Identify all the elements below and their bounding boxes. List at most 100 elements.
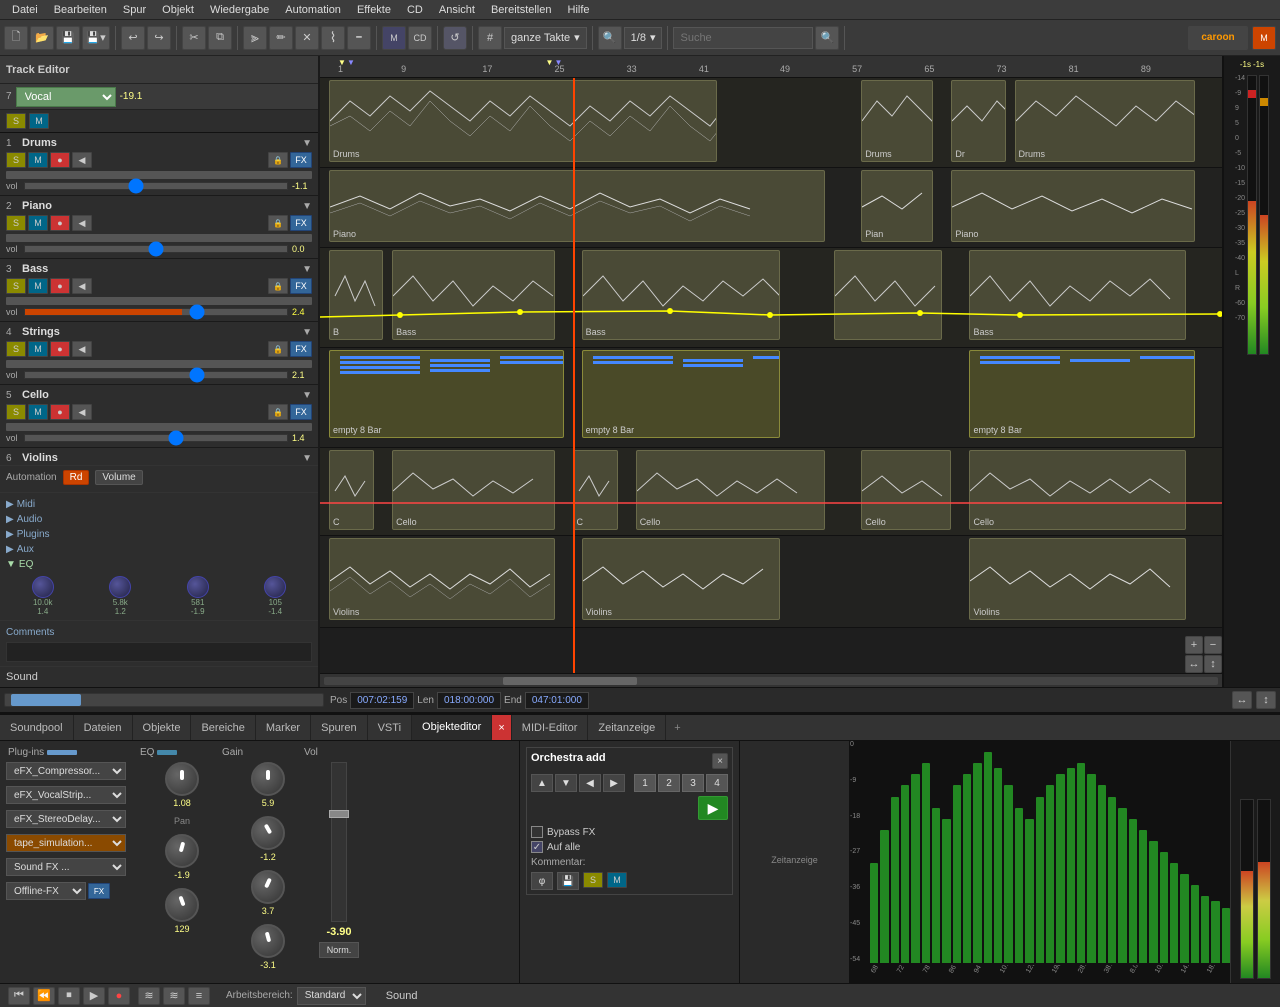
track3-input-btn[interactable]: ◀ xyxy=(72,278,92,294)
timeline-hscrollbar[interactable] xyxy=(324,677,1218,685)
track4-m-btn[interactable]: M xyxy=(28,341,48,357)
tab-zeitanzeige[interactable]: Zeitanzeige xyxy=(588,715,666,740)
track2-m-btn[interactable]: M xyxy=(28,215,48,231)
track5-vol-slider[interactable] xyxy=(24,434,288,442)
eq-pan-knob[interactable]: -1.9 xyxy=(165,834,199,880)
track4-fx-btn[interactable]: FX xyxy=(290,341,312,357)
vocal-dropdown[interactable]: Vocal xyxy=(16,87,116,107)
timeline-pos-scrollbar[interactable] xyxy=(4,693,324,707)
delete-button[interactable]: ✕ xyxy=(295,26,319,50)
gain-knob-2-control[interactable] xyxy=(251,816,285,850)
plugin-offline-select[interactable]: Offline-FX xyxy=(6,882,86,900)
menu-bearbeiten[interactable]: Bearbeiten xyxy=(46,4,115,16)
bass-clip-1[interactable]: B xyxy=(329,250,383,340)
piano-clip-2[interactable]: Pian xyxy=(861,170,933,242)
midi-section[interactable]: ▶Midi xyxy=(6,497,312,512)
midi-save-btn[interactable]: 💾 xyxy=(557,872,579,890)
tab-close[interactable]: × xyxy=(492,715,511,740)
menu-cd[interactable]: CD xyxy=(399,4,431,16)
track5-fx-btn[interactable]: FX xyxy=(290,404,312,420)
loop-button[interactable]: ↺ xyxy=(443,26,467,50)
track1-lock-btn[interactable]: 🔒 xyxy=(268,152,288,168)
timeline-plus-btn[interactable]: + xyxy=(1185,636,1203,654)
track1-m-btn[interactable]: M xyxy=(28,152,48,168)
menu-wiedergabe[interactable]: Wiedergabe xyxy=(202,4,277,16)
eq-knob-gain-1-control[interactable] xyxy=(165,762,199,796)
search-input[interactable] xyxy=(673,27,813,49)
track2-rec-btn[interactable]: ● xyxy=(50,215,70,231)
tab-vsti[interactable]: VSTi xyxy=(368,715,412,740)
track5-s-btn[interactable]: S xyxy=(6,404,26,420)
track2-arrow[interactable]: ▼ xyxy=(302,201,312,212)
midi-s-btn[interactable]: S xyxy=(583,872,603,888)
gain-knob-3[interactable]: 3.7 xyxy=(251,870,285,916)
arbeitsbereich-select[interactable]: Standard xyxy=(297,987,366,1005)
track1-fx-btn[interactable]: FX xyxy=(290,152,312,168)
bass-clip-5[interactable]: Bass xyxy=(969,250,1185,340)
track3-rec-btn[interactable]: ● xyxy=(50,278,70,294)
bass-clip-4[interactable] xyxy=(834,250,942,340)
hash-button[interactable]: # xyxy=(478,26,502,50)
track3-m-btn[interactable]: M xyxy=(28,278,48,294)
drums-clip-4[interactable]: Drums xyxy=(1015,80,1195,162)
track1-arrow[interactable]: ▼ xyxy=(302,138,312,149)
midi-num-1[interactable]: 1 xyxy=(634,774,656,792)
tab-midi[interactable]: MIDI-Editor xyxy=(512,715,589,740)
eq-knob-3[interactable]: 581 -1.9 xyxy=(161,576,235,616)
bypass-checkbox[interactable] xyxy=(531,826,543,838)
track4-s-btn[interactable]: S xyxy=(6,341,26,357)
master-m-btn[interactable]: M xyxy=(29,113,49,129)
cello-clip-4[interactable]: Cello xyxy=(636,450,825,530)
plugin-4-select[interactable]: tape_simulation... xyxy=(6,834,126,852)
cd-button[interactable]: CD xyxy=(408,26,432,50)
glue-button[interactable]: ⌇ xyxy=(321,26,345,50)
midi-close[interactable]: × xyxy=(712,753,728,769)
draw-button[interactable]: ✏ xyxy=(269,26,293,50)
magnify-button[interactable]: 🔍 xyxy=(598,26,622,50)
pos-arrow-right[interactable]: ↕ xyxy=(1256,691,1276,709)
tab-add[interactable]: + xyxy=(666,715,688,740)
eq-knob-2-control[interactable] xyxy=(109,576,131,598)
pos-scrollbar-thumb[interactable] xyxy=(11,694,81,706)
midi-play-btn[interactable]: ▶ xyxy=(698,796,728,820)
midi-nav-right[interactable]: ▶ xyxy=(603,774,625,792)
gain-knob-1[interactable]: 5.9 xyxy=(251,762,285,808)
transport-prev[interactable]: ⏪ xyxy=(33,987,55,1005)
eq-knob-bottom-control[interactable] xyxy=(165,888,199,922)
split-button[interactable]: ⫸ xyxy=(243,26,267,50)
transport-rewind[interactable]: ⏮ xyxy=(8,987,30,1005)
track3-lock-btn[interactable]: 🔒 xyxy=(268,278,288,294)
master-s-btn[interactable]: S xyxy=(6,113,26,129)
cello-clip-6[interactable]: Cello xyxy=(969,450,1185,530)
gain-knob-3-control[interactable] xyxy=(251,870,285,904)
wave-btn1[interactable]: ≋ xyxy=(138,987,160,1005)
eq-knob-3-control[interactable] xyxy=(187,576,209,598)
bass-clip-2[interactable]: Bass xyxy=(392,250,554,340)
violins-clip-3[interactable]: Violins xyxy=(969,538,1185,620)
open-button[interactable]: 📂 xyxy=(30,26,54,50)
midi-button[interactable]: M xyxy=(382,26,406,50)
save-button[interactable]: 💾 xyxy=(56,26,80,50)
auf-alle-checkbox[interactable]: ✓ xyxy=(531,841,543,853)
menu-automation[interactable]: Automation xyxy=(277,4,349,16)
eq-gain-knob-1[interactable]: 1.08 xyxy=(165,762,199,808)
midi-phi-btn[interactable]: φ xyxy=(531,872,553,890)
track4-arrow[interactable]: ▼ xyxy=(302,327,312,338)
undo-button[interactable]: ↩ xyxy=(121,26,145,50)
tab-bereiche[interactable]: Bereiche xyxy=(191,715,255,740)
track1-input-btn[interactable]: ◀ xyxy=(72,152,92,168)
audio-section[interactable]: ▶Audio xyxy=(6,512,312,527)
piano-clip-3[interactable]: Piano xyxy=(951,170,1195,242)
plugin-1-select[interactable]: eFX_Compressor... xyxy=(6,762,126,780)
pos-arrow-left[interactable]: ↔ xyxy=(1232,691,1252,709)
timeline-hscrollbar-thumb[interactable] xyxy=(503,677,637,685)
rd-button[interactable]: Rd xyxy=(63,470,90,485)
drums-clip-2[interactable]: Drums xyxy=(861,80,933,162)
drums-clip-1[interactable]: Drums xyxy=(329,80,717,162)
midi-nav-up[interactable]: ▲ xyxy=(531,774,553,792)
violins-clip-1[interactable]: Violins xyxy=(329,538,555,620)
eq-knob-1[interactable]: 10.0k 1.4 xyxy=(6,576,80,616)
track4-lock-btn[interactable]: 🔒 xyxy=(268,341,288,357)
bass-clip-3[interactable]: Bass xyxy=(582,250,780,340)
gain-knob-4-control[interactable] xyxy=(251,924,285,958)
